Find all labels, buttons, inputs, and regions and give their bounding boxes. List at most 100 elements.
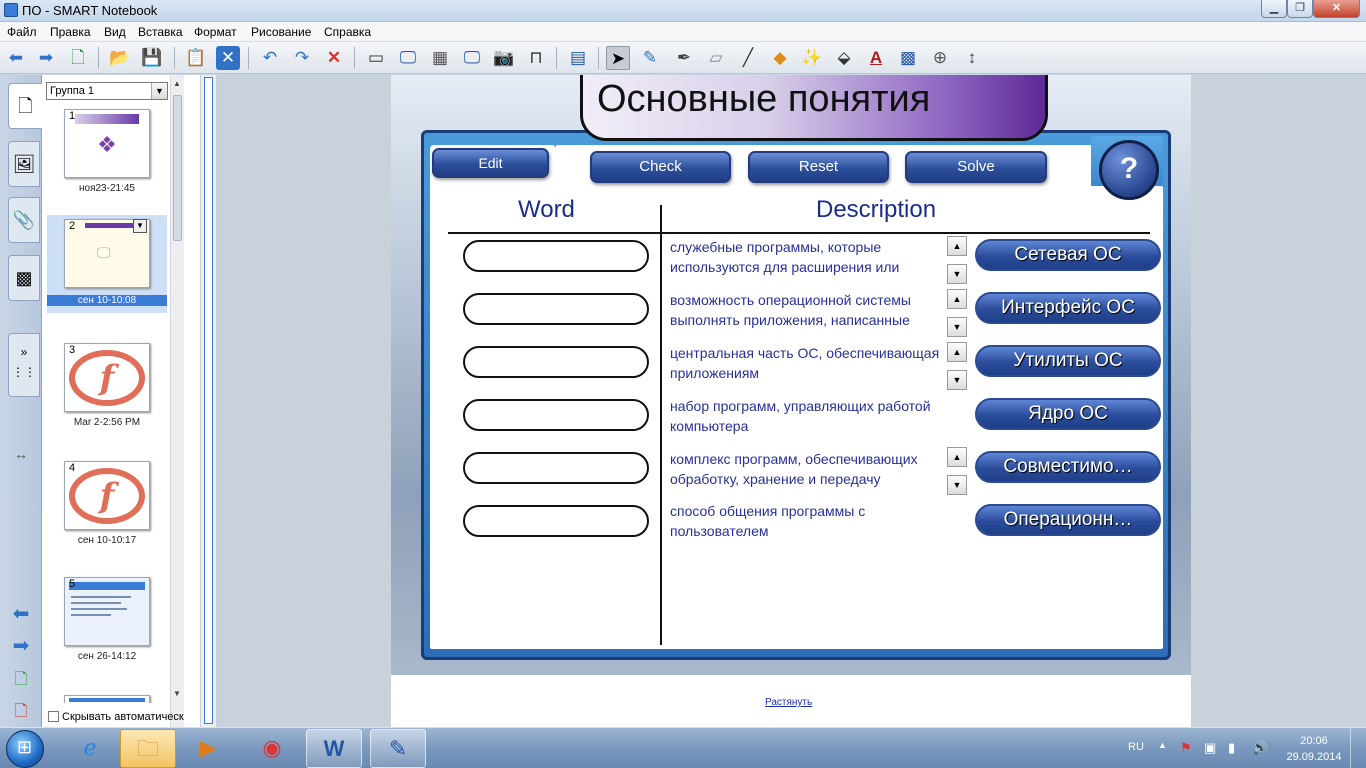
- help-button[interactable]: ?: [1099, 140, 1159, 200]
- device-icon[interactable]: ▣: [1204, 740, 1216, 756]
- edit-button[interactable]: Edit: [432, 148, 549, 178]
- prev-page-icon[interactable]: ⬅: [8, 603, 34, 625]
- text-icon[interactable]: A: [864, 46, 888, 70]
- word-drop-box-1[interactable]: [463, 240, 649, 272]
- page-thumbnail-5[interactable]: 5 сен 26-14:12: [47, 573, 167, 673]
- page-menu-chevron-icon[interactable]: ▼: [133, 219, 147, 233]
- delete-page-icon[interactable]: ✕: [216, 46, 240, 70]
- screen-shade-icon[interactable]: ▭: [364, 46, 388, 70]
- page-thumbnail-1[interactable]: ❖ 1 ноя23-21:45: [47, 105, 167, 205]
- menu-format[interactable]: Формат: [194, 25, 237, 39]
- panel-splitter[interactable]: [200, 75, 217, 727]
- network-icon[interactable]: ▮: [1228, 740, 1235, 756]
- back-icon[interactable]: ⬅: [4, 46, 28, 70]
- solve-button[interactable]: Solve: [905, 151, 1047, 183]
- page-thumbnail-6[interactable]: [47, 691, 167, 703]
- properties-tab[interactable]: ▩: [8, 255, 40, 301]
- panel-scrollbar-track[interactable]: [204, 77, 213, 724]
- scroll-up-icon[interactable]: ▲: [947, 342, 967, 362]
- word-drop-box-3[interactable]: [463, 346, 649, 378]
- word-drop-box-2[interactable]: [463, 293, 649, 325]
- checkbox-icon[interactable]: [48, 711, 59, 722]
- measure-icon[interactable]: ⊕: [928, 46, 952, 70]
- add-page-side-icon[interactable]: 🗋: [8, 669, 34, 691]
- answer-chip-1[interactable]: Сетевая ОС: [975, 239, 1161, 271]
- capture-icon[interactable]: 📷: [492, 46, 516, 70]
- undo-icon[interactable]: ↶: [258, 46, 282, 70]
- show-desktop-button[interactable]: [1350, 728, 1366, 768]
- scroll-down-icon[interactable]: ▼: [947, 370, 967, 390]
- scroll-down-icon[interactable]: ▼: [947, 317, 967, 337]
- fill-icon[interactable]: ⬙: [832, 46, 856, 70]
- language-indicator[interactable]: RU: [1128, 741, 1144, 753]
- pen-icon[interactable]: ✎: [638, 46, 662, 70]
- full-screen-icon[interactable]: 🖵: [396, 46, 420, 70]
- page-thumbnail-2[interactable]: 🖵 2 ▼ сен 10-10:08: [47, 215, 167, 313]
- menu-edit[interactable]: Правка: [50, 25, 91, 39]
- dual-page-icon[interactable]: 🖵: [460, 46, 484, 70]
- delete-page-side-icon[interactable]: 🗋: [8, 701, 34, 723]
- transparent-bg-icon[interactable]: ▦: [428, 46, 452, 70]
- minimize-button[interactable]: ▁: [1261, 0, 1287, 18]
- addons-tab[interactable]: » ⋮⋮: [8, 333, 40, 397]
- word-drop-box-4[interactable]: [463, 399, 649, 431]
- answer-chip-6[interactable]: Операционн…: [975, 504, 1161, 536]
- check-button[interactable]: Check: [590, 151, 731, 183]
- explorer-icon[interactable]: 🗀: [120, 729, 176, 768]
- scroll-up-icon[interactable]: ▲: [173, 79, 181, 88]
- eraser-icon[interactable]: ▱: [704, 46, 728, 70]
- attachments-tab[interactable]: 📎: [8, 197, 40, 243]
- forward-icon[interactable]: ➡: [34, 46, 58, 70]
- word-drop-box-6[interactable]: [463, 505, 649, 537]
- menu-help[interactable]: Справка: [324, 25, 371, 39]
- scroll-down-icon[interactable]: ▼: [947, 264, 967, 284]
- line-icon[interactable]: ╱: [736, 46, 760, 70]
- scroll-down-icon[interactable]: ▼: [947, 475, 967, 495]
- next-page-icon[interactable]: ➡: [8, 635, 34, 657]
- open-icon[interactable]: 📂: [108, 46, 132, 70]
- creative-pen-icon[interactable]: ✒: [672, 46, 696, 70]
- menu-view[interactable]: Вид: [104, 25, 126, 39]
- scroll-up-icon[interactable]: ▲: [947, 236, 967, 256]
- clock-date[interactable]: 29.09.2014: [1283, 751, 1345, 763]
- answer-chip-3[interactable]: Утилиты ОС: [975, 345, 1161, 377]
- tray-expand-icon[interactable]: ▲: [1158, 740, 1167, 750]
- answer-chip-5[interactable]: Совместимо…: [975, 451, 1161, 483]
- word-icon[interactable]: W: [306, 729, 362, 768]
- page-thumbnail-4[interactable]: f 4 сен 10-10:17: [47, 457, 167, 557]
- select-icon[interactable]: ➤: [606, 46, 630, 70]
- delete-icon[interactable]: ✕: [322, 46, 346, 70]
- scroll-down-icon[interactable]: ▼: [173, 689, 181, 698]
- gallery-tab[interactable]: 🖼: [8, 141, 40, 187]
- answer-chip-2[interactable]: Интерфейс ОС: [975, 292, 1161, 324]
- group-select[interactable]: Группа 1 ▼: [46, 82, 168, 100]
- word-drop-box-5[interactable]: [463, 452, 649, 484]
- maximize-button[interactable]: ❐: [1287, 0, 1313, 18]
- menu-insert[interactable]: Вставка: [138, 25, 183, 39]
- ie-icon[interactable]: ℯ: [62, 729, 118, 768]
- paste-icon[interactable]: 📋: [184, 46, 208, 70]
- clock-time[interactable]: 20:06: [1294, 735, 1334, 747]
- chrome-icon[interactable]: ◉: [244, 729, 300, 768]
- autohide-checkbox[interactable]: Скрывать автоматическ: [48, 711, 208, 723]
- move-toolbar-icon[interactable]: ↕: [960, 46, 984, 70]
- add-page-icon[interactable]: 🗋: [66, 46, 90, 70]
- save-icon[interactable]: 💾: [140, 46, 164, 70]
- stretch-page-link[interactable]: Растянуть: [765, 697, 812, 708]
- magic-pen-icon[interactable]: ✨: [800, 46, 824, 70]
- action-center-icon[interactable]: ⚑: [1180, 740, 1192, 756]
- page-thumbnail-3[interactable]: f 3 Mar 2-2:56 PM: [47, 339, 167, 439]
- scroll-up-icon[interactable]: ▲: [947, 289, 967, 309]
- menu-file[interactable]: Файл: [7, 25, 37, 39]
- sorter-scrollbar[interactable]: ▲ ▼: [170, 75, 184, 727]
- smart-notebook-icon[interactable]: ✎: [370, 729, 426, 768]
- sorter-scrollbar-thumb[interactable]: [173, 95, 182, 241]
- close-button[interactable]: ✕: [1313, 0, 1360, 18]
- media-player-icon[interactable]: ▶: [180, 729, 236, 768]
- properties-icon[interactable]: ▩: [896, 46, 920, 70]
- chevron-down-icon[interactable]: ▼: [151, 83, 167, 99]
- start-button[interactable]: ⊞: [6, 730, 44, 768]
- document-camera-icon[interactable]: ⊓: [524, 46, 548, 70]
- table-icon[interactable]: ▤: [566, 46, 590, 70]
- scroll-up-icon[interactable]: ▲: [947, 447, 967, 467]
